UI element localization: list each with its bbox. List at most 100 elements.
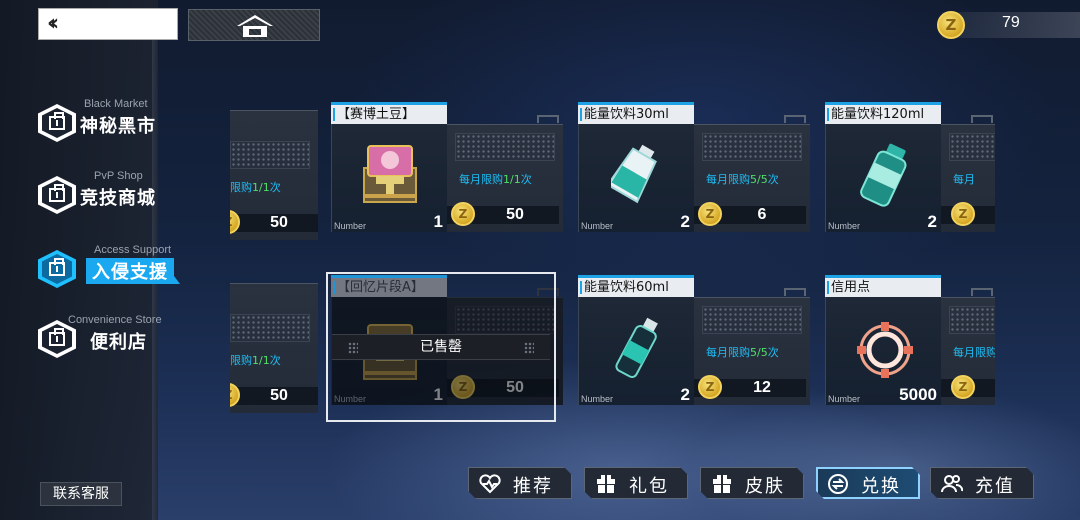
- item-title: 【赛博土豆】: [331, 102, 447, 124]
- shop-bag-icon: [38, 250, 76, 288]
- purchase-limit: 限购1/1次: [230, 354, 281, 367]
- item-title: 能量饮料120ml: [825, 102, 941, 124]
- decor-tab: [971, 288, 993, 296]
- contact-support-button[interactable]: 联系客服: [40, 482, 122, 506]
- tab-label: 皮肤: [745, 476, 785, 497]
- number-label: Number: [581, 221, 614, 231]
- price-value: 12: [753, 379, 771, 396]
- item-title: 能量饮料30ml: [578, 102, 694, 124]
- shop-item-card[interactable]: 信用点 Number 5000 每月限购: [825, 275, 995, 405]
- decor-tab: [971, 115, 993, 123]
- price-value: 50: [270, 387, 288, 404]
- price-bar: [941, 375, 995, 399]
- decor-dots: [702, 133, 802, 161]
- decor-dots: [230, 314, 310, 342]
- card-info-panel: 每月限购: [941, 288, 995, 405]
- nav-label-cn: 神秘黑市: [80, 116, 156, 137]
- item-image-area: Number 2: [578, 124, 694, 232]
- nav-label-en: Access Support: [94, 244, 172, 256]
- decor-dots: [230, 141, 310, 169]
- purchase-limit: 限购1/1次: [230, 181, 281, 194]
- coin-icon: [698, 202, 722, 226]
- decor-dots: [348, 342, 358, 354]
- item-image-area: Number 2: [825, 124, 941, 232]
- sold-out-banner: 已售罄: [332, 334, 550, 360]
- energy-drink-bottle-icon: [860, 143, 907, 207]
- purchase-limit: 每月限购5/5次: [706, 346, 779, 359]
- tab-label: 推荐: [513, 476, 553, 497]
- nav-label-en: Black Market: [84, 98, 148, 110]
- coin-icon: [937, 11, 965, 39]
- nav-label-cn: 入侵支援: [86, 258, 174, 284]
- tab-label: 充值: [975, 476, 1015, 497]
- item-quantity: 2: [927, 212, 937, 231]
- energy-drink-bottle-icon: [615, 317, 658, 379]
- home-button[interactable]: [188, 9, 320, 41]
- purchase-limit: 每月限购1/1次: [459, 173, 532, 186]
- price-bar: 50: [230, 383, 318, 407]
- tab-label: 兑换: [861, 476, 901, 497]
- item-quantity: 1: [433, 212, 443, 231]
- price-bar: 50: [230, 210, 318, 234]
- decor-dots: [455, 133, 555, 161]
- shop-item-card[interactable]: 【赛博土豆】 Number 1 每月限购1/1次 50: [331, 102, 563, 232]
- coin-icon: [951, 375, 975, 399]
- tab-skins[interactable]: 皮肤: [700, 467, 804, 499]
- price-bar: 6: [694, 202, 806, 226]
- shop-item-card[interactable]: 能量饮料60ml Number 2 每月限购5/5次 12: [578, 275, 810, 405]
- shop-bag-icon: [38, 104, 76, 142]
- shop-item-card[interactable]: 能量饮料30ml Number 2 每月限购5/5次 6: [578, 102, 810, 232]
- nav-pvp-shop[interactable]: PvP Shop 竞技商城: [38, 170, 188, 220]
- decor-dots: [949, 306, 995, 334]
- tab-recommend[interactable]: 推荐: [468, 467, 572, 499]
- home-icon: [237, 15, 273, 37]
- price-value: 6: [757, 206, 767, 223]
- card-info-panel: 限购1/1次 50: [230, 110, 318, 240]
- back-button[interactable]: ‹‹: [38, 8, 178, 40]
- tab-exchange[interactable]: 兑换: [816, 467, 920, 499]
- coin-icon: [951, 202, 975, 226]
- shop-item-card[interactable]: 能量饮料120ml Number 2 每月: [825, 102, 995, 232]
- item-title: 能量饮料60ml: [578, 275, 694, 297]
- nav-black-market[interactable]: Black Market 神秘黑市: [38, 98, 188, 148]
- nav-access-support[interactable]: Access Support 入侵支援: [38, 244, 188, 294]
- gift-icon: [595, 473, 617, 495]
- shop-item-card-partial[interactable]: 限购1/1次 50: [230, 283, 318, 413]
- number-label: Number: [581, 394, 614, 404]
- purchase-limit: 每月限购5/5次: [706, 173, 779, 186]
- shop-item-card-partial[interactable]: 限购1/1次 50: [230, 110, 318, 240]
- heart-chart-icon: [479, 473, 501, 495]
- currency-amount: 79: [1002, 14, 1020, 31]
- decor-tab: [784, 288, 806, 296]
- sold-out-label: 已售罄: [420, 339, 462, 355]
- item-quantity: 5000: [899, 385, 937, 404]
- decor-tab: [784, 115, 806, 123]
- card-info-panel: 每月限购1/1次 50: [447, 115, 563, 232]
- decor-dots: [702, 306, 802, 334]
- purchase-limit: 每月限购: [953, 346, 995, 359]
- item-title: 信用点: [825, 275, 941, 297]
- shop-bag-icon: [38, 176, 76, 214]
- nav-label-en: PvP Shop: [94, 170, 143, 182]
- price-value: 50: [270, 214, 288, 231]
- number-label: Number: [828, 221, 861, 231]
- card-info-panel: 限购1/1次 50: [230, 283, 318, 413]
- exchange-icon: [827, 473, 849, 495]
- item-image-area: Number 1: [331, 124, 447, 232]
- item-quantity: 2: [680, 212, 690, 231]
- coin-icon: [451, 202, 475, 226]
- purchase-limit: 每月: [953, 173, 975, 186]
- number-label: Number: [334, 221, 367, 231]
- tab-label: 礼包: [629, 476, 669, 497]
- decor-dots: [524, 342, 534, 354]
- nav-label-cn: 竞技商城: [80, 188, 156, 209]
- number-label: Number: [828, 394, 861, 404]
- price-bar: [941, 202, 995, 226]
- tab-top-up[interactable]: 充值: [930, 467, 1034, 499]
- decor-tab: [537, 115, 559, 123]
- gift-icon: [711, 473, 733, 495]
- price-bar: 50: [447, 202, 559, 226]
- nav-convenience-store[interactable]: Convenience Store 便利店: [38, 314, 188, 364]
- tab-gift-pack[interactable]: 礼包: [584, 467, 688, 499]
- card-info-panel: 每月限购5/5次 12: [694, 288, 810, 405]
